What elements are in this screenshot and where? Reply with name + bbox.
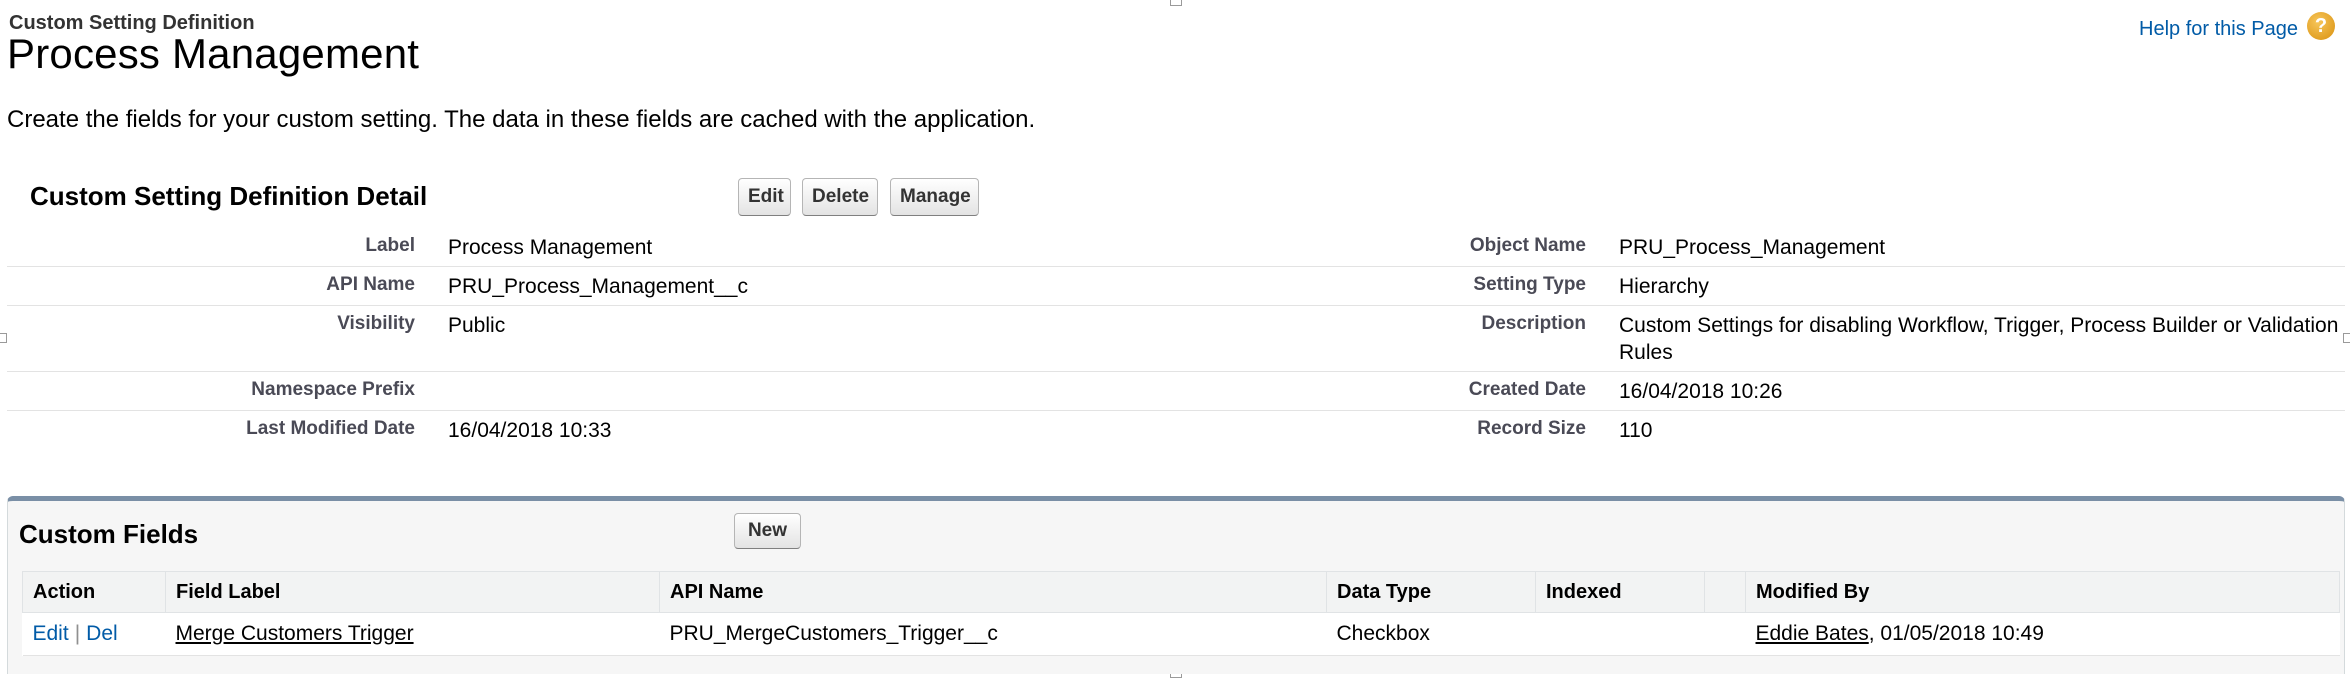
modified-by-user-link[interactable]: Eddie Bates <box>1756 622 1869 645</box>
help-icon[interactable]: ? <box>2307 12 2335 40</box>
custom-fields-title: Custom Fields <box>19 519 199 549</box>
field-label-cell: Merge Customers Trigger <box>165 612 660 656</box>
data-type-cell: Checkbox <box>1326 612 1536 656</box>
detail-row: Visibility Public Description Custom Set… <box>7 306 2345 372</box>
api-name-cell: PRU_MergeCustomers_Trigger__c <box>659 612 1327 656</box>
detail-row: API Name PRU_Process_Management__c Setti… <box>7 267 2345 306</box>
delete-button[interactable]: Delete <box>802 178 878 216</box>
blank-cell <box>1704 612 1746 656</box>
action-separator: | <box>74 622 81 645</box>
new-field-button[interactable]: New <box>734 513 801 549</box>
page-title: Process Management <box>7 30 420 77</box>
page-description: Create the fields for your custom settin… <box>7 106 1036 133</box>
column-header-action: Action <box>22 571 166 613</box>
label-field-value: Process Management <box>448 236 653 259</box>
detail-row: Namespace Prefix Created Date 16/04/2018… <box>7 372 2345 411</box>
object-name-label: Object Name <box>1469 235 1586 256</box>
setting-type-label: Setting Type <box>1473 274 1586 295</box>
action-cell: Edit | Del <box>22 612 166 656</box>
column-header-field-label: Field Label <box>165 571 660 613</box>
detail-section-title: Custom Setting Definition Detail <box>30 181 428 211</box>
resize-handle-top[interactable] <box>1170 0 1182 6</box>
resize-handle-left[interactable] <box>0 333 7 343</box>
column-header-api-name: API Name <box>659 571 1327 613</box>
field-label-link[interactable]: Merge Customers Trigger <box>176 622 414 645</box>
record-size-value: 110 <box>1619 419 1653 442</box>
last-modified-date-value: 16/04/2018 10:33 <box>448 419 612 442</box>
object-name-value: PRU_Process_Management <box>1619 236 1886 259</box>
visibility-value: Public <box>448 314 506 337</box>
custom-fields-table: Action Field Label API Name Data Type In… <box>22 571 2340 656</box>
column-header-data-type: Data Type <box>1326 571 1536 613</box>
created-date-label: Created Date <box>1468 379 1586 400</box>
label-field-label: Label <box>365 235 415 256</box>
description-label: Description <box>1481 313 1586 334</box>
record-size-label: Record Size <box>1477 418 1586 439</box>
setting-type-value: Hierarchy <box>1619 275 1709 298</box>
column-header-modified-by: Modified By <box>1745 571 2340 613</box>
help-link[interactable]: Help for this Page <box>2139 18 2298 41</box>
modified-by-date: , 01/05/2018 10:49 <box>1868 622 2044 645</box>
detail-row: Label Process Management Object Name PRU… <box>7 228 2345 267</box>
description-value: Custom Settings for disabling Workflow, … <box>1619 314 2339 364</box>
indexed-cell <box>1535 612 1705 656</box>
column-header-blank <box>1704 571 1746 613</box>
custom-fields-related-list: Custom Fields Action Field Label API Nam… <box>7 496 2345 674</box>
detail-row: Last Modified Date 16/04/2018 10:33 Reco… <box>7 411 2345 450</box>
table-row: Edit | Del Merge Customers Trigger PRU_Mer… <box>22 612 2340 656</box>
last-modified-date-label: Last Modified Date <box>246 418 415 439</box>
api-name-value: PRU_Process_Management__c <box>448 275 748 298</box>
modified-by-cell: Eddie Bates, 01/05/2018 10:49 <box>1745 612 2340 656</box>
manage-button[interactable]: Manage <box>890 178 979 216</box>
edit-field-link[interactable]: Edit <box>33 622 69 645</box>
column-header-indexed: Indexed <box>1535 571 1705 613</box>
created-date-value: 16/04/2018 10:26 <box>1619 380 1783 403</box>
delete-field-link[interactable]: Del <box>86 622 118 645</box>
namespace-prefix-label: Namespace Prefix <box>251 379 415 400</box>
api-name-label: API Name <box>326 274 415 295</box>
visibility-label: Visibility <box>337 313 415 334</box>
table-header-row: Action Field Label API Name Data Type In… <box>22 571 2340 613</box>
edit-button[interactable]: Edit <box>738 178 791 216</box>
